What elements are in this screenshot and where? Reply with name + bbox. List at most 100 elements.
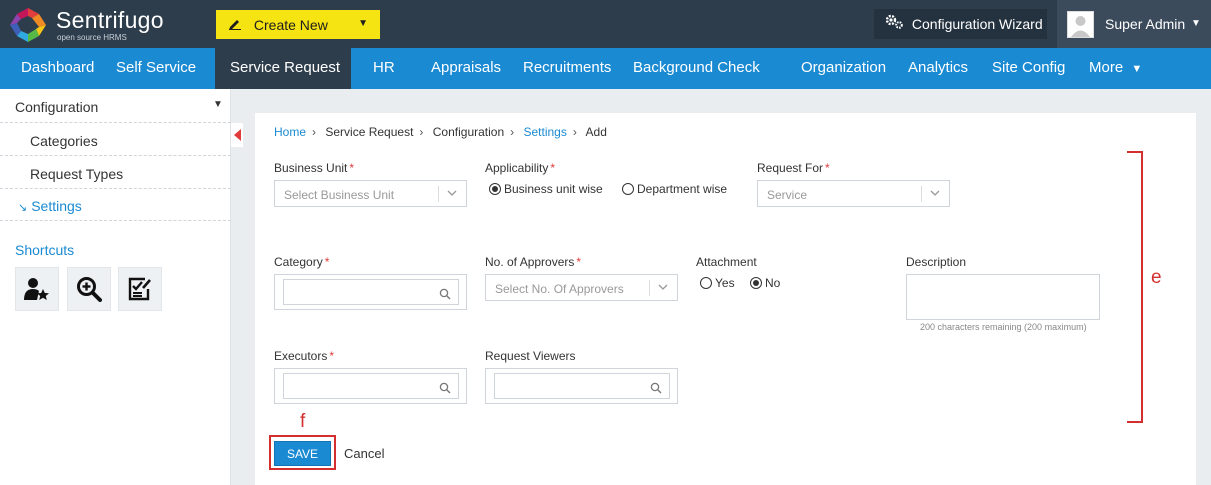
nav-organization[interactable]: Organization (801, 48, 886, 89)
annotation-bracket (1127, 151, 1143, 423)
nav-analytics[interactable]: Analytics (908, 48, 968, 89)
brand-name: Sentrifugo (56, 7, 164, 33)
create-new-label: Create New (253, 16, 328, 33)
checklist-icon (128, 277, 151, 301)
business-unit-select[interactable]: Select Business Unit (274, 180, 467, 207)
sidebar-section-configuration[interactable]: Configuration ▼ (0, 89, 231, 123)
request-for-value: Service (767, 188, 808, 202)
arrow-down-right-icon: ↘ (18, 202, 28, 214)
request-for-label: Request For * (757, 161, 830, 175)
nav-dashboard[interactable]: Dashboard (21, 48, 94, 89)
sidebar-item-label: Categories (30, 133, 98, 149)
brand-tagline: open source HRMS (57, 33, 127, 42)
cancel-link[interactable]: Cancel (344, 446, 384, 461)
pencil-icon (228, 17, 242, 33)
shortcut-search[interactable] (67, 267, 111, 311)
business-unit-placeholder: Select Business Unit (284, 188, 395, 202)
nav-hr[interactable]: HR (373, 48, 395, 89)
caret-down-icon: ▼ (358, 18, 368, 29)
category-label: Category * (274, 255, 330, 269)
search-icon (650, 382, 662, 394)
shortcuts-title: Shortcuts (15, 242, 75, 258)
main-content: Home › Service Request › Configuration › Se… (255, 113, 1196, 485)
logo-icon (10, 8, 46, 42)
search-icon (439, 382, 451, 394)
gears-icon (884, 10, 904, 40)
description-textarea[interactable] (907, 275, 1099, 319)
attachment-yes-radio[interactable]: Yes (700, 276, 735, 290)
category-field (274, 274, 467, 310)
sidebar-item-settings[interactable]: ↘ Settings (0, 189, 231, 221)
annotation-e: e (1151, 267, 1162, 288)
description-field (906, 274, 1100, 320)
zoom-in-icon (77, 277, 102, 302)
create-new-button[interactable]: Create New ▼ (216, 10, 380, 39)
caret-left-icon (234, 129, 241, 141)
executors-input[interactable] (283, 373, 459, 399)
request-viewers-field (485, 368, 678, 404)
shortcut-checklist[interactable] (118, 267, 162, 311)
nav-appraisals[interactable]: Appraisals (431, 48, 501, 89)
save-button[interactable]: SAVE (274, 441, 331, 466)
radio-checked-icon (489, 183, 501, 195)
approvers-label: No. of Approvers * (485, 255, 582, 269)
breadcrumb-configuration: Configuration (432, 125, 505, 139)
app-logo[interactable]: Sentrifugo open source HRMS (8, 5, 168, 43)
description-char-count: 200 characters remaining (200 maximum) (920, 322, 1087, 332)
attachment-label: Attachment (696, 255, 757, 269)
executors-label: Executors * (274, 349, 335, 363)
main-nav: Dashboard Self Service Service Request H… (0, 48, 1211, 89)
chevron-down-icon (930, 190, 940, 196)
executors-field (274, 368, 467, 404)
nav-service-request[interactable]: Service Request (215, 48, 351, 89)
approvers-select[interactable]: Select No. Of Approvers (485, 274, 678, 301)
chevron-down-icon (447, 190, 457, 196)
request-for-select[interactable]: Service (757, 180, 950, 207)
description-label: Description (906, 255, 967, 269)
shortcut-add-employee[interactable] (15, 267, 59, 311)
sidebar-item-label: Request Types (30, 166, 124, 182)
attachment-no-radio[interactable]: No (750, 276, 780, 290)
avatar (1067, 11, 1094, 38)
sidebar-item-request-types[interactable]: Request Types (0, 157, 231, 189)
search-icon (439, 288, 451, 300)
caret-down-icon: ▼ (1131, 63, 1143, 75)
sidebar-collapse-toggle[interactable] (231, 123, 243, 147)
annotation-f: f (300, 411, 306, 432)
configuration-wizard-button[interactable]: Configuration Wizard (874, 9, 1047, 39)
sidebar-item-label: Settings (31, 198, 82, 214)
user-menu[interactable]: Super Admin ▼ (1057, 0, 1211, 48)
business-unit-label: Business Unit * (274, 161, 355, 175)
nav-more[interactable]: More ▼ (1089, 48, 1142, 89)
nav-self-service[interactable]: Self Service (116, 48, 196, 89)
configuration-wizard-label: Configuration Wizard (911, 16, 1043, 32)
user-star-icon (24, 278, 49, 300)
caret-down-icon: ▼ (213, 99, 223, 110)
approvers-placeholder: Select No. Of Approvers (495, 282, 624, 296)
applicability-label: Applicability * (485, 161, 556, 175)
breadcrumb-add: Add (585, 125, 607, 139)
radio-unchecked-icon (622, 183, 634, 195)
top-bar: Sentrifugo open source HRMS Create New ▼… (0, 0, 1211, 48)
caret-down-icon: ▼ (1191, 18, 1201, 29)
chevron-down-icon (658, 284, 668, 290)
sidebar: Configuration ▼ Categories Request Types… (0, 89, 231, 485)
applicability-business-unit-radio[interactable]: Business unit wise (489, 182, 603, 196)
applicability-department-radio[interactable]: Department wise (622, 182, 727, 196)
breadcrumb-settings[interactable]: Settings (523, 125, 566, 139)
radio-unchecked-icon (700, 277, 712, 289)
radio-checked-icon (750, 277, 762, 289)
nav-more-label: More (1089, 59, 1124, 76)
breadcrumb-home[interactable]: Home (274, 125, 306, 139)
nav-recruitments[interactable]: Recruitments (523, 48, 611, 89)
nav-site-config[interactable]: Site Config (992, 48, 1065, 89)
request-viewers-label: Request Viewers (485, 349, 576, 363)
user-name: Super Admin (1105, 16, 1186, 32)
sidebar-item-categories[interactable]: Categories (0, 124, 231, 156)
breadcrumb-service-request: Service Request (325, 125, 414, 139)
breadcrumb: Home › Service Request › Configuration › Se… (274, 125, 607, 139)
nav-background-check[interactable]: Background Check (633, 48, 760, 89)
request-viewers-input[interactable] (494, 373, 670, 399)
category-input[interactable] (283, 279, 459, 305)
sidebar-section-label: Configuration (15, 99, 99, 115)
